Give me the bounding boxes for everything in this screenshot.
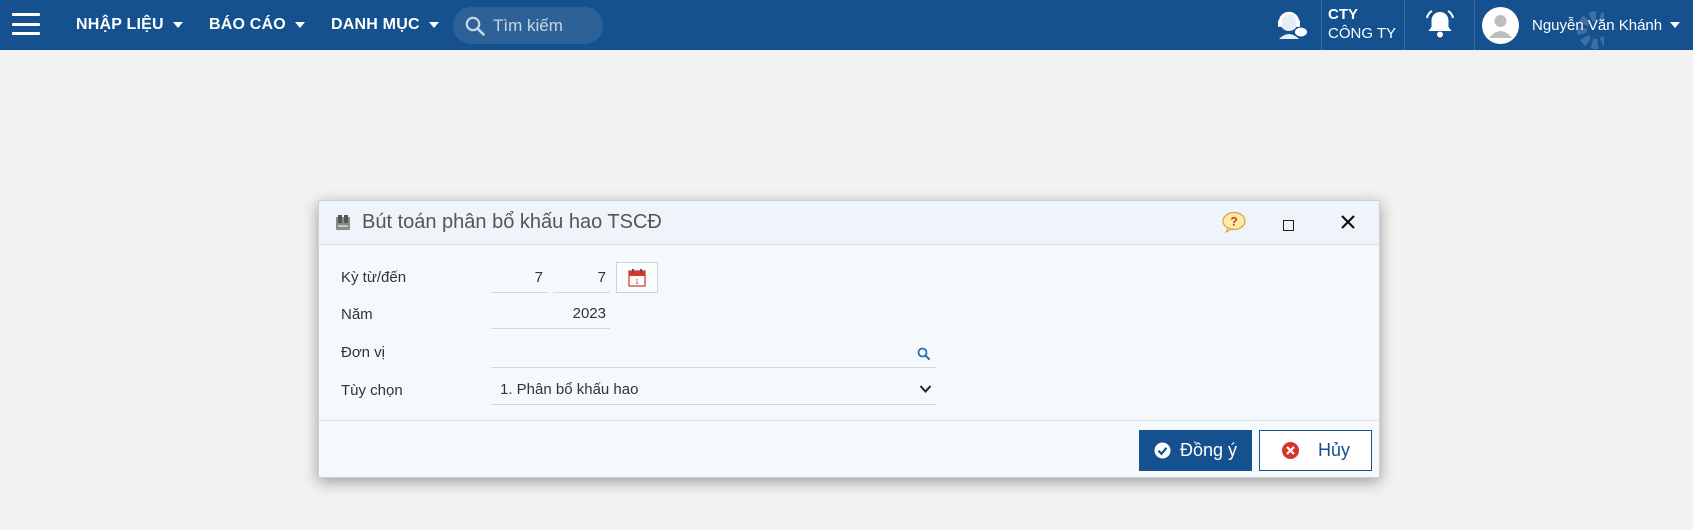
option-label: Tùy chọn bbox=[341, 382, 403, 399]
unit-label: Đơn vị bbox=[341, 344, 386, 361]
chevron-down-icon bbox=[919, 384, 932, 394]
year-input[interactable]: 2023 bbox=[491, 298, 610, 329]
footer-divider bbox=[319, 420, 1379, 421]
hamburger-icon[interactable] bbox=[12, 13, 40, 35]
search-box[interactable] bbox=[453, 7, 603, 44]
year-label: Năm bbox=[341, 306, 373, 323]
maximize-icon[interactable] bbox=[1283, 220, 1294, 231]
user-name: Nguyễn Văn Khánh bbox=[1532, 16, 1663, 34]
company-code: CTY bbox=[1328, 6, 1358, 23]
cancel-icon bbox=[1281, 441, 1300, 460]
caret-down-icon bbox=[172, 22, 183, 28]
dialog-title: Bút toán phân bổ khấu hao TSCĐ bbox=[362, 211, 662, 233]
company-switcher[interactable]: CTY CÔNG TY bbox=[1328, 5, 1396, 43]
divider bbox=[1404, 0, 1405, 50]
help-icon[interactable]: ? bbox=[1222, 211, 1246, 238]
user-menu[interactable]: Nguyễn Văn Khánh bbox=[1482, 0, 1693, 50]
period-to-value: 7 bbox=[597, 268, 606, 286]
cancel-button[interactable]: Hủy bbox=[1259, 430, 1372, 471]
ok-button[interactable]: Đồng ý bbox=[1139, 430, 1252, 471]
caret-down-icon bbox=[1670, 22, 1681, 28]
search-icon[interactable] bbox=[917, 347, 930, 360]
caret-down-icon bbox=[428, 22, 439, 28]
year-value: 2023 bbox=[572, 304, 606, 322]
avatar-icon bbox=[1482, 6, 1519, 44]
nav-nhap-lieu-label: NHẬP LIỆU bbox=[76, 16, 164, 33]
nav-danh-muc[interactable]: DANH MỤC bbox=[331, 0, 439, 50]
period-from-value: 7 bbox=[534, 268, 543, 286]
divider bbox=[1474, 0, 1475, 50]
dialog-header: Bút toán phân bổ khấu hao TSCĐ ? bbox=[319, 201, 1379, 245]
nav-bao-cao-label: BÁO CÁO bbox=[209, 16, 286, 33]
nav-nhap-lieu[interactable]: NHẬP LIỆU bbox=[76, 0, 183, 50]
calendar-icon: 1 bbox=[627, 268, 647, 288]
unit-input[interactable] bbox=[491, 337, 936, 368]
period-from-input[interactable]: 7 bbox=[491, 262, 547, 293]
ok-label: Đồng ý bbox=[1179, 440, 1238, 460]
search-input[interactable] bbox=[493, 15, 593, 36]
calendar-button[interactable]: 1 bbox=[616, 262, 658, 293]
bell-icon[interactable] bbox=[1424, 9, 1456, 46]
nav-bao-cao[interactable]: BÁO CÁO bbox=[209, 0, 305, 50]
svg-text:?: ? bbox=[1230, 215, 1237, 229]
company-name: CÔNG TY bbox=[1328, 25, 1397, 42]
option-value: 1. Phân bổ khấu hao bbox=[500, 380, 639, 398]
close-icon[interactable] bbox=[1340, 214, 1356, 235]
search-icon bbox=[465, 16, 485, 36]
period-to-input[interactable]: 7 bbox=[553, 262, 610, 293]
fixed-asset-depreciation-dialog: Bút toán phân bổ khấu hao TSCĐ ? Kỳ từ/đ… bbox=[318, 200, 1380, 478]
period-label: Kỳ từ/đến bbox=[341, 269, 407, 286]
divider bbox=[1321, 0, 1322, 50]
option-select[interactable]: 1. Phân bổ khấu hao bbox=[491, 374, 936, 405]
caret-down-icon bbox=[294, 22, 305, 28]
check-icon bbox=[1154, 442, 1171, 459]
top-navbar: NHẬP LIỆU BÁO CÁO DANH MỤC CTY CÔNG TY bbox=[0, 0, 1693, 50]
svg-text:1: 1 bbox=[635, 279, 639, 286]
cancel-label: Hủy bbox=[1317, 440, 1350, 460]
ledger-icon bbox=[334, 214, 352, 237]
nav-danh-muc-label: DANH MỤC bbox=[331, 16, 420, 33]
support-icon[interactable] bbox=[1274, 9, 1308, 46]
